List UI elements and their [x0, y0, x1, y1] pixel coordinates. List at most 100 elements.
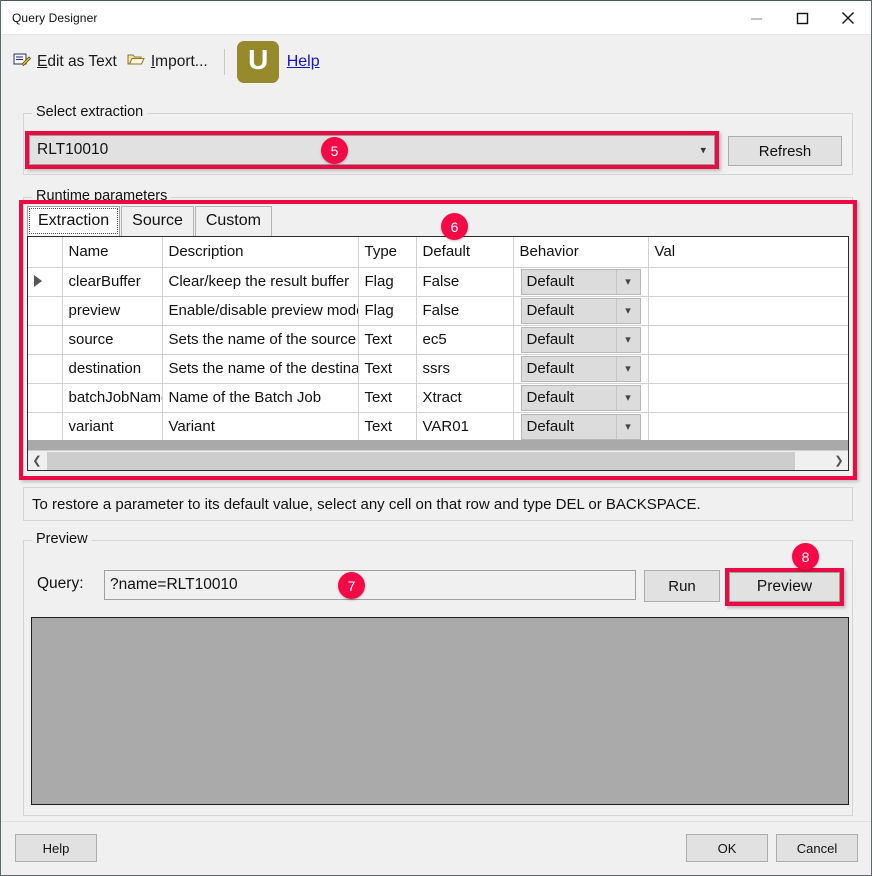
- run-button[interactable]: Run: [644, 570, 720, 602]
- row-selector[interactable]: [28, 412, 63, 442]
- maximize-button[interactable]: [779, 1, 825, 35]
- row-selector[interactable]: [28, 383, 63, 413]
- cell-type[interactable]: Text: [358, 412, 417, 442]
- row-selector[interactable]: [28, 296, 63, 326]
- behavior-dropdown[interactable]: Default ▾: [520, 297, 641, 324]
- table-row[interactable]: batchJobName Name of the Batch Job Text …: [28, 383, 848, 413]
- cell-behavior[interactable]: Default ▾: [513, 267, 649, 297]
- cell-name[interactable]: source: [62, 325, 163, 355]
- cancel-button[interactable]: Cancel: [776, 834, 858, 862]
- behavior-value: Default: [526, 360, 575, 377]
- cell-description[interactable]: Sets the name of the destination: [162, 354, 359, 384]
- cell-name[interactable]: batchJobName: [62, 383, 163, 413]
- cell-type[interactable]: Text: [358, 325, 417, 355]
- cell-default[interactable]: VAR01: [416, 412, 514, 442]
- cell-default[interactable]: False: [416, 267, 514, 297]
- table-row[interactable]: source Sets the name of the source Text …: [28, 325, 848, 355]
- behavior-dropdown[interactable]: Default ▾: [520, 268, 641, 295]
- tab-custom[interactable]: Custom: [194, 206, 272, 236]
- restore-hint-text: To restore a parameter to its default va…: [32, 495, 701, 513]
- cell-type[interactable]: Flag: [358, 296, 417, 326]
- cell-value[interactable]: [648, 412, 848, 442]
- cell-value[interactable]: [648, 267, 848, 297]
- cell-type[interactable]: Text: [358, 383, 417, 413]
- col-header-name[interactable]: Name: [62, 237, 163, 268]
- cell-default[interactable]: False: [416, 296, 514, 326]
- import-label: Import...: [150, 53, 208, 70]
- chevron-down-icon[interactable]: ▾: [615, 298, 640, 323]
- row-arrow-icon: [34, 275, 42, 287]
- scrollbar-track[interactable]: [795, 451, 830, 470]
- behavior-value: Default: [526, 273, 575, 290]
- import-button[interactable]: Import...: [125, 49, 216, 76]
- cell-type[interactable]: Flag: [358, 267, 417, 297]
- col-header-description[interactable]: Description: [162, 237, 359, 268]
- cell-description[interactable]: Variant: [162, 412, 359, 442]
- toolbar: Edit as Text Import... U Help: [1, 35, 871, 89]
- cell-name[interactable]: clearBuffer: [62, 267, 163, 297]
- cell-value[interactable]: [648, 354, 848, 384]
- row-selector[interactable]: [28, 267, 63, 297]
- ok-button[interactable]: OK: [686, 834, 768, 862]
- col-header-behavior[interactable]: Behavior: [513, 237, 649, 268]
- chevron-down-icon[interactable]: ▾: [615, 385, 640, 410]
- cell-default[interactable]: Xtract: [416, 383, 514, 413]
- cell-type[interactable]: Text: [358, 354, 417, 384]
- grid-filler: [28, 440, 848, 450]
- help-link[interactable]: Help: [287, 53, 320, 71]
- close-button[interactable]: [825, 1, 871, 35]
- behavior-value: Default: [526, 389, 575, 406]
- tab-source[interactable]: Source: [121, 206, 194, 236]
- behavior-dropdown[interactable]: Default ▾: [520, 384, 641, 411]
- row-selector[interactable]: [28, 325, 63, 355]
- col-header-select[interactable]: [28, 237, 63, 268]
- cell-default[interactable]: ec5: [416, 325, 514, 355]
- tab-extraction[interactable]: Extraction: [27, 206, 121, 236]
- minimize-button[interactable]: [733, 1, 779, 35]
- query-input[interactable]: ?name=RLT10010: [104, 570, 636, 600]
- table-row[interactable]: destination Sets the name of the destina…: [28, 354, 848, 384]
- chevron-down-icon[interactable]: ▾: [615, 414, 640, 439]
- chevron-down-icon[interactable]: ▾: [615, 327, 640, 352]
- cell-description[interactable]: Name of the Batch Job: [162, 383, 359, 413]
- runtime-parameters-tabs: Extraction Source Custom: [27, 206, 273, 236]
- col-header-type[interactable]: Type: [358, 237, 417, 268]
- app-logo: U: [236, 41, 279, 83]
- cell-name[interactable]: variant: [62, 412, 163, 442]
- col-header-default[interactable]: Default: [416, 237, 514, 268]
- cell-description[interactable]: Clear/keep the result buffer: [162, 267, 359, 297]
- table-row[interactable]: preview Enable/disable preview mode Flag…: [28, 296, 848, 326]
- cell-behavior[interactable]: Default ▾: [513, 383, 649, 413]
- chevron-down-icon[interactable]: ▾: [615, 356, 640, 381]
- cell-description[interactable]: Enable/disable preview mode: [162, 296, 359, 326]
- row-selector[interactable]: [28, 354, 63, 384]
- cell-name[interactable]: destination: [62, 354, 163, 384]
- extraction-combobox[interactable]: RLT10010 ▾: [29, 135, 715, 165]
- chevron-down-icon[interactable]: ▾: [615, 269, 640, 294]
- behavior-dropdown[interactable]: Default ▾: [520, 326, 641, 353]
- behavior-dropdown[interactable]: Default ▾: [520, 355, 641, 382]
- edit-as-text-button[interactable]: Edit as Text: [11, 49, 125, 76]
- cell-name[interactable]: preview: [62, 296, 163, 326]
- cell-behavior[interactable]: Default ▾: [513, 412, 649, 442]
- preview-output-panel[interactable]: [31, 617, 849, 805]
- grid-horizontal-scrollbar[interactable]: ❮ ❯: [28, 450, 848, 470]
- preview-button[interactable]: Preview: [729, 572, 840, 602]
- cell-value[interactable]: [648, 383, 848, 413]
- table-row[interactable]: variant Variant Text VAR01 Default ▾: [28, 412, 848, 442]
- cell-behavior[interactable]: Default ▾: [513, 296, 649, 326]
- cell-behavior[interactable]: Default ▾: [513, 325, 649, 355]
- cell-default[interactable]: ssrs: [416, 354, 514, 384]
- chevron-left-icon[interactable]: ❮: [28, 450, 46, 470]
- col-header-value[interactable]: Val: [648, 237, 848, 268]
- behavior-dropdown[interactable]: Default ▾: [520, 413, 641, 440]
- scrollbar-thumb[interactable]: [47, 451, 795, 470]
- help-button[interactable]: Help: [15, 834, 97, 862]
- cell-behavior[interactable]: Default ▾: [513, 354, 649, 384]
- refresh-button[interactable]: Refresh: [728, 136, 842, 166]
- cell-value[interactable]: [648, 296, 848, 326]
- cell-description[interactable]: Sets the name of the source: [162, 325, 359, 355]
- table-row[interactable]: clearBuffer Clear/keep the result buffer…: [28, 267, 848, 297]
- cell-value[interactable]: [648, 325, 848, 355]
- chevron-right-icon[interactable]: ❯: [830, 450, 848, 470]
